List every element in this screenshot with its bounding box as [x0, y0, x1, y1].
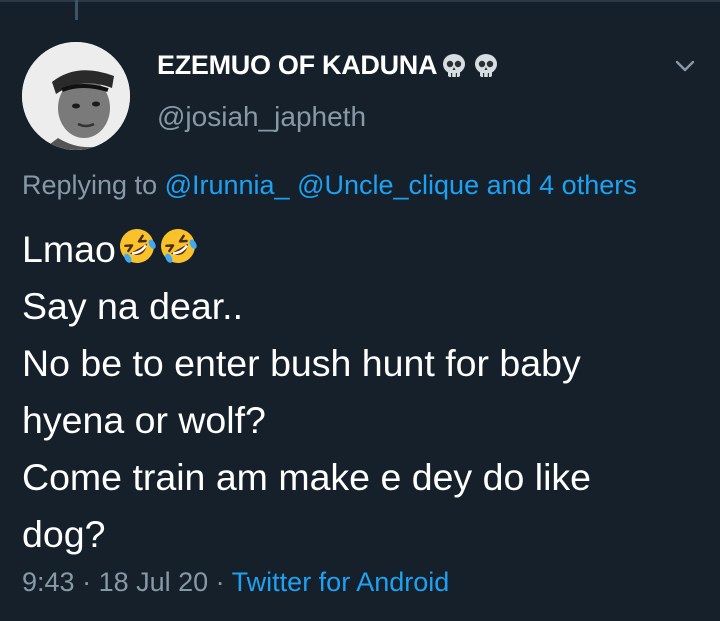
- rolling-on-floor-laughing-icon: [117, 226, 157, 266]
- tweet-time: 9:43: [22, 567, 75, 597]
- tweet-line: Come train am make e dey do like: [22, 456, 592, 498]
- meta-separator: ·: [208, 567, 232, 597]
- tweet-date: 18 Jul 20: [98, 567, 209, 597]
- tweet-metadata: 9:43 · 18 Jul 20 · Twitter for Android: [22, 567, 449, 598]
- replying-to-line: Replying to @Irunnia_ @Uncle_clique and …: [22, 170, 637, 201]
- tweet-line: hyena or wolf?: [22, 399, 266, 441]
- tweet-line: Say na dear..: [22, 285, 243, 327]
- meta-separator: ·: [74, 567, 99, 597]
- tweet-line: Lmao: [22, 221, 702, 278]
- skull-icon: [439, 51, 469, 81]
- avatar-image: [22, 42, 130, 150]
- replying-prefix: Replying to: [22, 170, 165, 200]
- mention-link[interactable]: @Uncle_clique: [297, 170, 479, 200]
- display-name[interactable]: EZEMUO OF KADUNA: [157, 50, 438, 81]
- display-name-row[interactable]: EZEMUO OF KADUNA: [157, 50, 501, 81]
- tweet-text: Lmao Say na dear.. No be to enter bush h…: [22, 221, 702, 563]
- chevron-down-icon[interactable]: [672, 53, 698, 79]
- tweet-line: No be to enter bush hunt for baby: [22, 342, 581, 384]
- tweet-source-link[interactable]: Twitter for Android: [232, 567, 450, 597]
- skull-icon: [471, 51, 501, 81]
- and-others-link[interactable]: and 4 others: [487, 170, 637, 200]
- tweet-line: dog?: [22, 513, 106, 555]
- top-divider: [0, 0, 720, 2]
- mention-link[interactable]: @Irunnia_: [165, 170, 290, 200]
- avatar[interactable]: [22, 42, 130, 150]
- user-handle[interactable]: @josiah_japheth: [157, 101, 366, 133]
- thread-connector-line: [75, 0, 78, 20]
- rolling-on-floor-laughing-icon: [158, 226, 198, 266]
- tweet-line-text: Lmao: [22, 228, 116, 270]
